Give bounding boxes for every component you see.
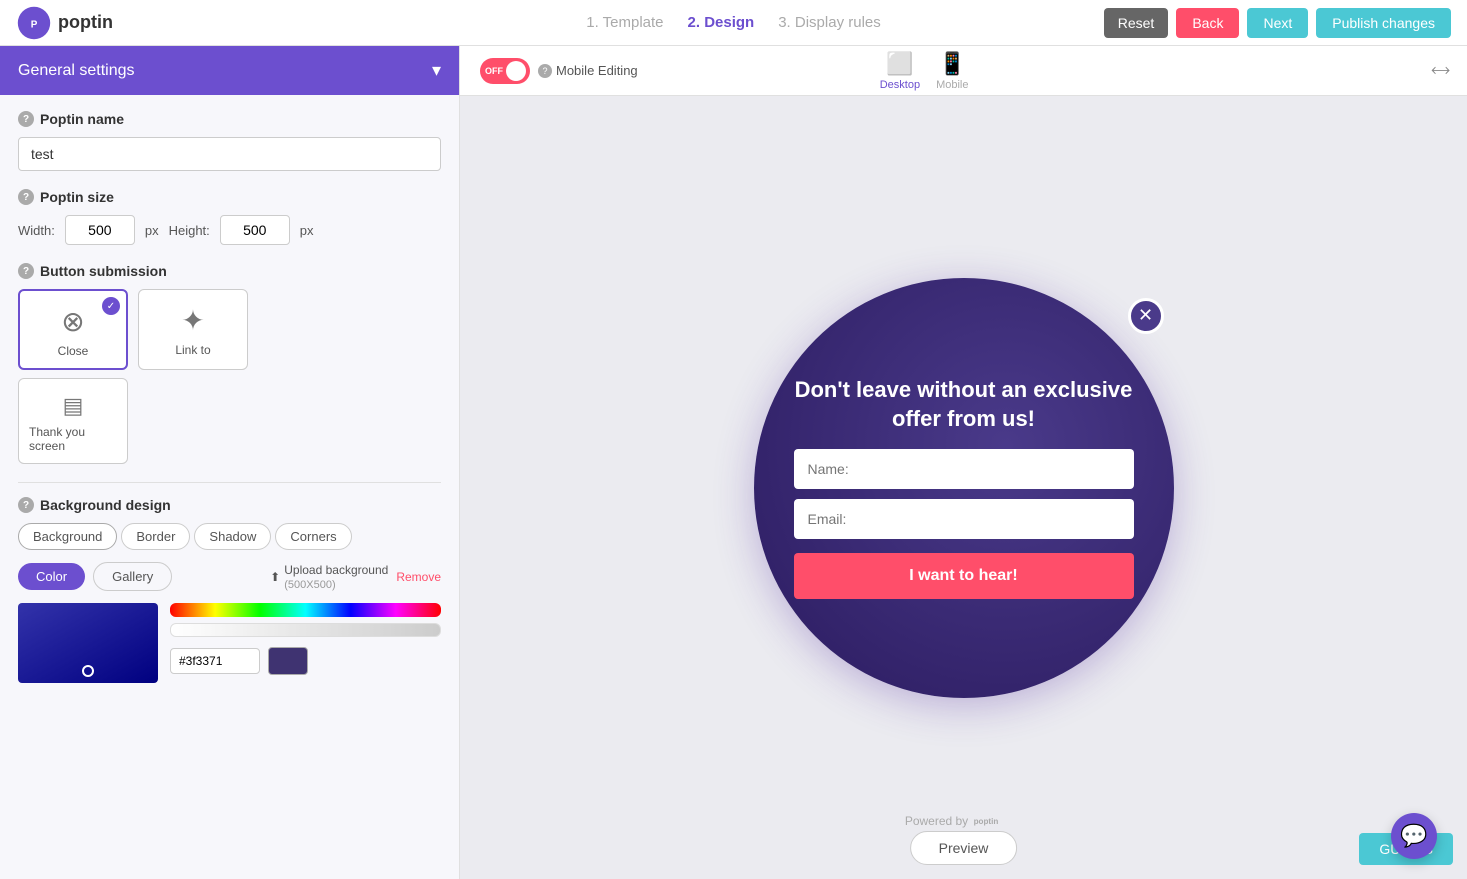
step-design[interactable]: 2. Design: [688, 14, 755, 31]
step-display[interactable]: 3. Display rules: [778, 14, 881, 31]
svg-text:P: P: [31, 19, 38, 30]
left-panel-body: ? Poptin name ? Poptin size Width: px He…: [0, 95, 459, 699]
mobile-label: Mobile: [936, 79, 968, 91]
height-label: Height:: [169, 223, 210, 238]
width-input[interactable]: [65, 215, 135, 245]
button-submission-help-icon[interactable]: ?: [18, 263, 34, 279]
mobile-icon: 📱: [939, 51, 966, 77]
mobile-editing-help-icon: ?: [538, 64, 552, 78]
toggle-wrap: OFF ? Mobile Editing: [480, 58, 638, 84]
desktop-tab[interactable]: ⬜ Desktop: [880, 51, 920, 91]
popup-email-input[interactable]: [794, 499, 1134, 539]
close-option-check: ✓: [102, 297, 120, 315]
logo-text: poptin: [58, 12, 113, 33]
powered-by-logo: poptin: [972, 813, 1022, 829]
thank-you-icon: ▤: [63, 393, 84, 419]
main-layout: General settings ▾ ? Poptin name ? Popti…: [0, 46, 1467, 879]
upload-bg-button[interactable]: ⬆ Upload background (500X500): [270, 563, 388, 591]
bg-tab-shadow[interactable]: Shadow: [194, 523, 271, 550]
toggle-off-label: OFF: [485, 66, 503, 76]
hex-input[interactable]: [170, 648, 260, 674]
poptin-size-help-icon[interactable]: ?: [18, 189, 34, 205]
width-label: Width:: [18, 223, 55, 238]
mobile-editing-toggle[interactable]: OFF: [480, 58, 530, 84]
opacity-slider[interactable]: [170, 623, 441, 637]
preview-button[interactable]: Preview: [910, 831, 1018, 865]
poptin-name-help-icon[interactable]: ?: [18, 111, 34, 127]
size-inputs: Width: px Height: px: [18, 215, 441, 245]
publish-button[interactable]: Publish changes: [1316, 8, 1451, 38]
chat-button[interactable]: 💬: [1391, 813, 1437, 859]
step-template[interactable]: 1. Template: [586, 14, 663, 31]
bg-tabs: Background Border Shadow Corners: [18, 523, 441, 550]
settings-header[interactable]: General settings ▾: [0, 46, 459, 95]
button-submission-section: ? Button submission: [18, 263, 441, 279]
height-unit: px: [300, 223, 314, 238]
link-option-label: Link to: [175, 343, 210, 357]
powered-by: Powered by poptin: [905, 813, 1022, 829]
popup-name-input[interactable]: [794, 449, 1134, 489]
popup-preview: ✕ Don't leave without an exclusive offer…: [754, 278, 1174, 698]
bg-design-help-icon[interactable]: ?: [18, 497, 34, 513]
poptin-size-section: ? Poptin size: [18, 189, 441, 205]
top-nav: P poptin 1. Template 2. Design 3. Displa…: [0, 0, 1467, 46]
hex-row: [170, 647, 441, 675]
back-button[interactable]: Back: [1176, 8, 1239, 38]
poptin-name-label: Poptin name: [40, 111, 124, 127]
upload-icon: ⬆: [270, 570, 280, 584]
popup-title: Don't leave without an exclusive offer f…: [794, 376, 1134, 433]
bg-tab-corners[interactable]: Corners: [275, 523, 351, 550]
color-gradient-picker[interactable]: [18, 603, 158, 683]
popup-close-button[interactable]: ✕: [1128, 298, 1164, 334]
width-unit: px: [145, 223, 159, 238]
toggle-knob: [506, 61, 526, 81]
mobile-tab[interactable]: 📱 Mobile: [936, 51, 968, 91]
thank-you-screen-option[interactable]: ▤ Thank you screen: [18, 378, 128, 464]
close-button-option[interactable]: ✓ ⊗ Close: [18, 289, 128, 370]
desktop-icon: ⬜: [886, 51, 913, 77]
gallery-tab-button[interactable]: Gallery: [93, 562, 172, 591]
step-indicator: 1. Template 2. Design 3. Display rules: [586, 14, 881, 31]
expand-icon[interactable]: ⤢: [1427, 58, 1452, 83]
poptin-size-label: Poptin size: [40, 189, 114, 205]
settings-collapse-icon: ▾: [432, 60, 441, 81]
popup-cta-button[interactable]: I want to hear!: [794, 553, 1134, 599]
next-button[interactable]: Next: [1247, 8, 1308, 38]
bg-tab-background[interactable]: Background: [18, 523, 117, 550]
bg-design-label: Background design: [40, 497, 171, 513]
svg-text:poptin: poptin: [973, 817, 998, 826]
device-tabs: ⬜ Desktop 📱 Mobile: [880, 51, 969, 91]
upload-label: Upload background (500X500): [284, 563, 388, 591]
close-option-label: Close: [58, 344, 89, 358]
bg-tab-border[interactable]: Border: [121, 523, 190, 550]
link-to-button-option[interactable]: ✦ Link to: [138, 289, 248, 370]
button-options: ✓ ⊗ Close ✦ Link to: [18, 289, 441, 370]
height-input[interactable]: [220, 215, 290, 245]
button-submission-label: Button submission: [40, 263, 167, 279]
color-controls: [170, 603, 441, 675]
color-swatch[interactable]: [268, 647, 308, 675]
color-picker-area: [18, 603, 441, 683]
thank-you-label: Thank you screen: [29, 425, 117, 453]
remove-label[interactable]: Remove: [396, 570, 441, 584]
settings-title: General settings: [18, 62, 135, 80]
poptin-name-input[interactable]: [18, 137, 441, 171]
mobile-editing-label: ? Mobile Editing: [538, 63, 638, 78]
preview-area: ✕ Don't leave without an exclusive offer…: [460, 96, 1467, 879]
top-nav-actions: Reset Back Next Publish changes: [1104, 8, 1451, 38]
reset-button[interactable]: Reset: [1104, 8, 1169, 38]
link-icon: ✦: [181, 304, 204, 337]
preview-toolbar: OFF ? Mobile Editing ⬜ Desktop 📱 Mobile: [460, 46, 1467, 96]
poptin-name-section: ? Poptin name: [18, 111, 441, 127]
hue-slider[interactable]: [170, 603, 441, 617]
color-tab-button[interactable]: Color: [18, 563, 85, 590]
logo-icon: P: [16, 5, 52, 41]
bg-design-section: ? Background design: [18, 497, 441, 513]
logo: P poptin: [16, 5, 113, 41]
left-panel: General settings ▾ ? Poptin name ? Popti…: [0, 46, 460, 879]
desktop-label: Desktop: [880, 79, 920, 91]
color-gallery-row: Color Gallery ⬆ Upload background (500X5…: [18, 562, 441, 591]
right-panel: OFF ? Mobile Editing ⬜ Desktop 📱 Mobile: [460, 46, 1467, 879]
close-icon: ⊗: [61, 305, 84, 338]
